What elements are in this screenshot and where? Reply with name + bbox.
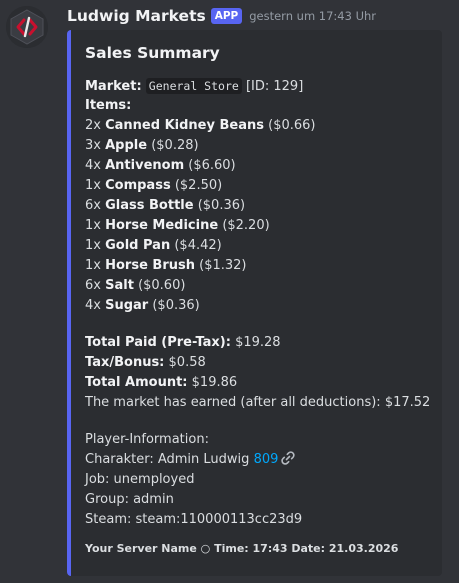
embed-description: Market: General Store [ID: 129] Items: 2…	[85, 76, 445, 530]
tax-bonus: Tax/Bonus: $0.58	[85, 355, 206, 370]
username[interactable]: Ludwig Markets	[67, 7, 206, 25]
market-label: Market:	[85, 79, 142, 94]
list-item: 4x Antivenom ($6.60)	[85, 158, 236, 173]
market-earned: The market has earned (after all deducti…	[85, 395, 431, 410]
charakter-id-link[interactable]: 809	[254, 452, 279, 467]
list-item: 1x Gold Pan ($4.42)	[85, 238, 222, 253]
market-line: Market: General Store [ID: 129]	[85, 76, 445, 96]
bot-avatar[interactable]	[6, 6, 48, 48]
list-item: 2x Canned Kidney Beans ($0.66)	[85, 118, 316, 133]
player-heading: Player-Information:	[85, 432, 209, 447]
list-item: 1x Horse Medicine ($2.20)	[85, 218, 270, 233]
ludwig-logo-icon	[6, 6, 48, 48]
player-steam: Steam: steam:110000113cc23d9	[85, 512, 303, 527]
list-item: 6x Glass Bottle ($0.36)	[85, 198, 246, 213]
total-paid: Total Paid (Pre-Tax): $19.28	[85, 335, 281, 350]
app-badge: APP	[210, 8, 243, 24]
market-id: [ID: 129]	[245, 79, 304, 94]
list-item: 1x Horse Brush ($1.32)	[85, 258, 247, 273]
total-amount: Total Amount: $19.86	[85, 375, 238, 390]
link-icon[interactable]	[280, 450, 296, 466]
list-item: 6x Salt ($0.60)	[85, 278, 186, 293]
message-timestamp[interactable]: gestern um 17:43 Uhr	[249, 9, 376, 23]
list-item: 1x Compass ($2.50)	[85, 178, 223, 193]
player-group: Group: admin	[85, 492, 174, 507]
player-job: Job: unemployed	[85, 472, 195, 487]
items-label: Items:	[85, 98, 132, 113]
player-charakter: Charakter: Admin Ludwig 809	[85, 450, 445, 470]
embed-footer: Your Server Name ○ Time: 17:43 Date: 21.…	[85, 542, 399, 555]
market-name: General Store	[145, 78, 242, 94]
list-item: 3x Apple ($0.28)	[85, 138, 199, 153]
sales-embed: Sales Summary Market: General Store [ID:…	[67, 30, 442, 576]
message-header: Ludwig Markets APP gestern um 17:43 Uhr	[67, 5, 376, 27]
embed-title: Sales Summary	[85, 44, 220, 62]
list-item: 4x Sugar ($0.36)	[85, 298, 200, 313]
